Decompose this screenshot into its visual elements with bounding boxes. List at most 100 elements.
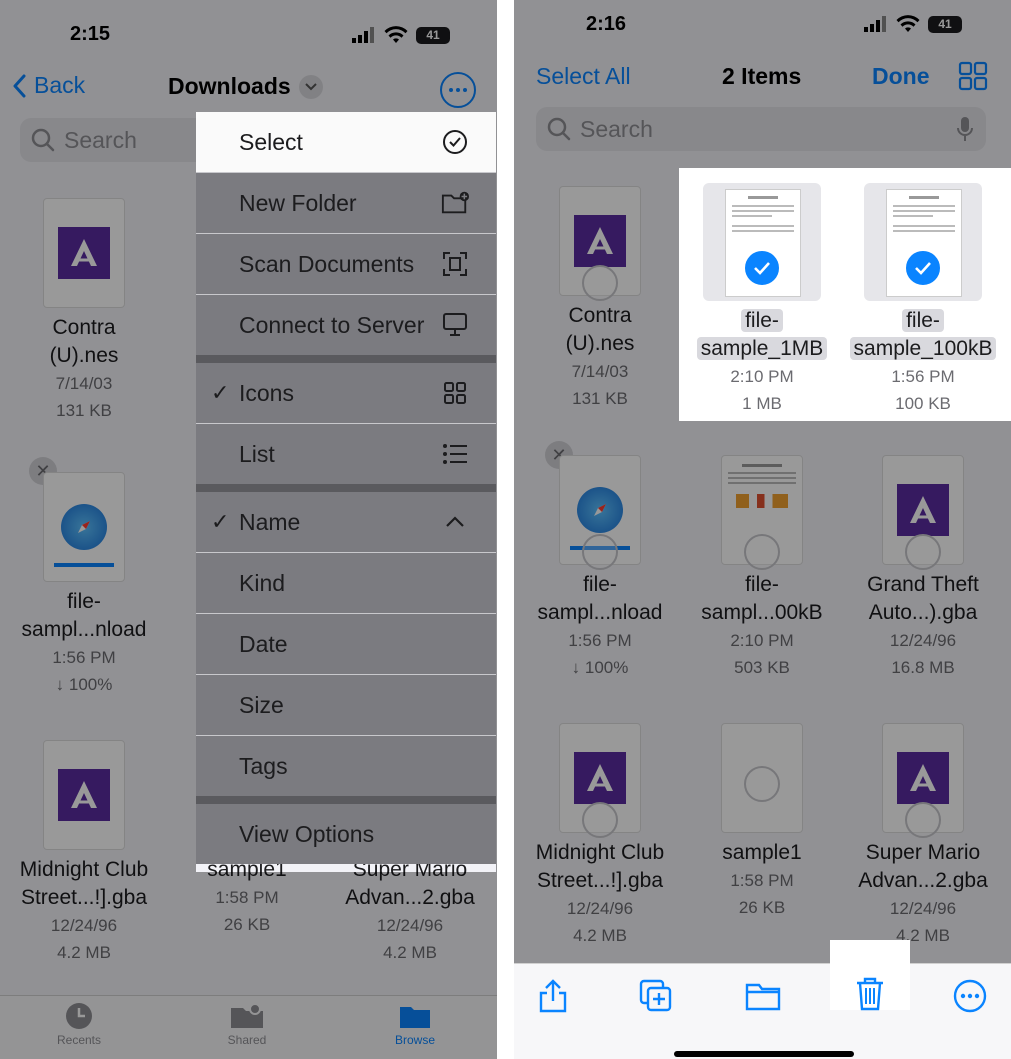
file-name: Super Mario Advan...2.gba xyxy=(858,841,988,892)
search-icon xyxy=(547,117,571,141)
file-item-contra[interactable]: Contra (U).nes 7/14/03 131 KB xyxy=(525,186,675,412)
selected-checkmark-icon[interactable] xyxy=(743,249,781,287)
battery-icon: 41 xyxy=(928,15,962,33)
share-button[interactable] xyxy=(533,976,573,1016)
file-name: Contra (U).nes xyxy=(565,304,635,355)
menu-label: Scan Documents xyxy=(239,250,415,277)
move-to-folder-button[interactable] xyxy=(743,976,783,1016)
file-name: file-sample_1MB xyxy=(687,307,837,363)
menu-item-scan-documents[interactable]: Scan Documents xyxy=(196,234,496,295)
folder-icon xyxy=(745,983,781,1011)
menu-item-new-folder[interactable]: New Folder xyxy=(196,173,496,234)
file-size: 131 KB xyxy=(572,389,628,408)
chevron-up-icon xyxy=(441,508,469,536)
file-thumbnail-selected xyxy=(864,183,982,301)
file-date: 2:10 PM xyxy=(730,367,794,386)
search-placeholder: Search xyxy=(64,126,137,153)
tab-label: Recents xyxy=(56,1033,102,1047)
menu-item-view-options[interactable]: View Options xyxy=(196,804,496,864)
list-icon xyxy=(441,440,469,468)
share-icon xyxy=(539,979,567,1013)
menu-item-size[interactable]: Size xyxy=(196,675,496,736)
file-size: 4.2 MB xyxy=(383,943,437,962)
search-icon xyxy=(31,128,55,152)
selection-circle[interactable] xyxy=(905,534,941,570)
file-thumbnail xyxy=(43,740,125,850)
selection-circle[interactable] xyxy=(582,265,618,301)
file-date: 2:10 PM xyxy=(730,631,794,650)
delete-button[interactable] xyxy=(850,974,890,1014)
file-thumbnail xyxy=(721,455,803,570)
menu-item-connect-to-server[interactable]: Connect to Server xyxy=(196,295,496,355)
file-item-grand-theft-auto[interactable]: Grand Theft Auto...).gba 12/24/96 16.8 MB xyxy=(848,455,998,681)
menu-label: View Options xyxy=(239,820,375,847)
back-button[interactable]: Back xyxy=(12,72,85,99)
file-date: 12/24/96 xyxy=(889,631,957,650)
more-actions-button[interactable] xyxy=(950,976,990,1016)
file-item-midnight-club[interactable]: Midnight Club Street...!].gba 12/24/96 4.… xyxy=(525,723,675,949)
file-date: 7/14/03 xyxy=(55,374,113,393)
selection-circle[interactable] xyxy=(744,534,780,570)
file-name: Super Mario Advan...2.gba xyxy=(345,858,475,909)
file-date: 1:56 PM xyxy=(52,648,116,667)
wifi-icon xyxy=(384,26,408,43)
tab-shared[interactable]: Shared xyxy=(197,1002,297,1047)
file-item-contra[interactable]: Contra (U).nes 7/14/03 131 KB xyxy=(9,198,159,424)
status-icons: 41 xyxy=(864,15,962,33)
file-item-sample-1mb[interactable]: file-sample_1MB 2:10 PM 1 MB xyxy=(687,183,837,417)
search-field[interactable]: Search xyxy=(536,107,986,151)
file-date: 1:56 PM xyxy=(891,367,955,386)
duplicate-button[interactable] xyxy=(636,976,676,1016)
menu-item-name[interactable]: ✓ Name xyxy=(196,492,496,553)
navigation-bar: Select All 2 Items Done xyxy=(514,56,1011,100)
context-menu: Select New Folder Scan Documents Connect… xyxy=(196,112,496,864)
menu-label: Size xyxy=(239,691,284,718)
file-date: 12/24/96 xyxy=(50,916,118,935)
battery-icon: 41 xyxy=(416,26,450,44)
selection-circle[interactable] xyxy=(905,802,941,838)
app-file-icon xyxy=(574,752,626,804)
tab-label: Shared xyxy=(227,1033,267,1047)
tab-recents[interactable]: Recents xyxy=(29,1002,129,1047)
folder-title-button[interactable]: Downloads xyxy=(168,73,323,100)
file-item-sample1[interactable]: sample1 1:58 PM 26 KB xyxy=(687,723,837,921)
selection-circle[interactable] xyxy=(582,802,618,838)
file-item-download[interactable]: file-sampl...nload 1:56 PM ↓ 100% xyxy=(525,455,675,681)
file-thumbnail xyxy=(43,198,125,308)
menu-item-icons[interactable]: ✓ Icons xyxy=(196,363,496,424)
file-size: ↓ 100% xyxy=(571,658,629,677)
file-size: 16.8 MB xyxy=(891,658,955,677)
home-indicator xyxy=(674,1051,854,1057)
file-name: sample1 xyxy=(722,841,802,864)
selection-circle[interactable] xyxy=(744,766,780,802)
menu-item-select[interactable]: Select xyxy=(196,112,496,173)
more-options-button[interactable] xyxy=(440,72,476,108)
monitor-icon xyxy=(441,311,469,339)
file-thumbnail xyxy=(559,186,641,301)
page-title: 2 Items xyxy=(722,63,802,89)
file-thumbnail xyxy=(721,723,803,833)
select-all-button[interactable]: Select All xyxy=(536,63,631,90)
file-name: file-sampl...00kB xyxy=(701,573,823,624)
tab-browse[interactable]: Browse xyxy=(365,1002,465,1047)
menu-item-list[interactable]: List xyxy=(196,424,496,484)
file-date: 12/24/96 xyxy=(889,899,957,918)
file-date: 1:58 PM xyxy=(730,871,794,890)
menu-item-date[interactable]: Date xyxy=(196,614,496,675)
app-file-icon xyxy=(897,484,949,536)
done-button[interactable]: Done xyxy=(872,63,930,90)
clock-icon xyxy=(66,1003,92,1029)
menu-item-tags[interactable]: Tags xyxy=(196,736,496,796)
file-item-download[interactable]: file-sampl...nload 1:56 PM ↓ 100% xyxy=(9,472,159,698)
file-item-sample-00kb[interactable]: file-sampl...00kB 2:10 PM 503 KB xyxy=(687,455,837,681)
selected-checkmark-icon[interactable] xyxy=(904,249,942,287)
menu-item-kind[interactable]: Kind xyxy=(196,553,496,614)
file-item-midnight-club[interactable]: Midnight Club Street...!].gba 12/24/96 4.… xyxy=(9,740,159,966)
file-item-super-mario[interactable]: Super Mario Advan...2.gba 12/24/96 4.2 MB xyxy=(848,723,998,949)
file-item-sample-100kb[interactable]: file-sample_100kB 1:56 PM 100 KB xyxy=(848,183,998,417)
checkmark-icon: ✓ xyxy=(211,380,230,405)
folder-icon xyxy=(400,1007,430,1028)
selection-circle[interactable] xyxy=(582,534,618,570)
view-toggle-button[interactable] xyxy=(958,61,988,96)
ellipsis-circle-icon xyxy=(953,979,987,1013)
